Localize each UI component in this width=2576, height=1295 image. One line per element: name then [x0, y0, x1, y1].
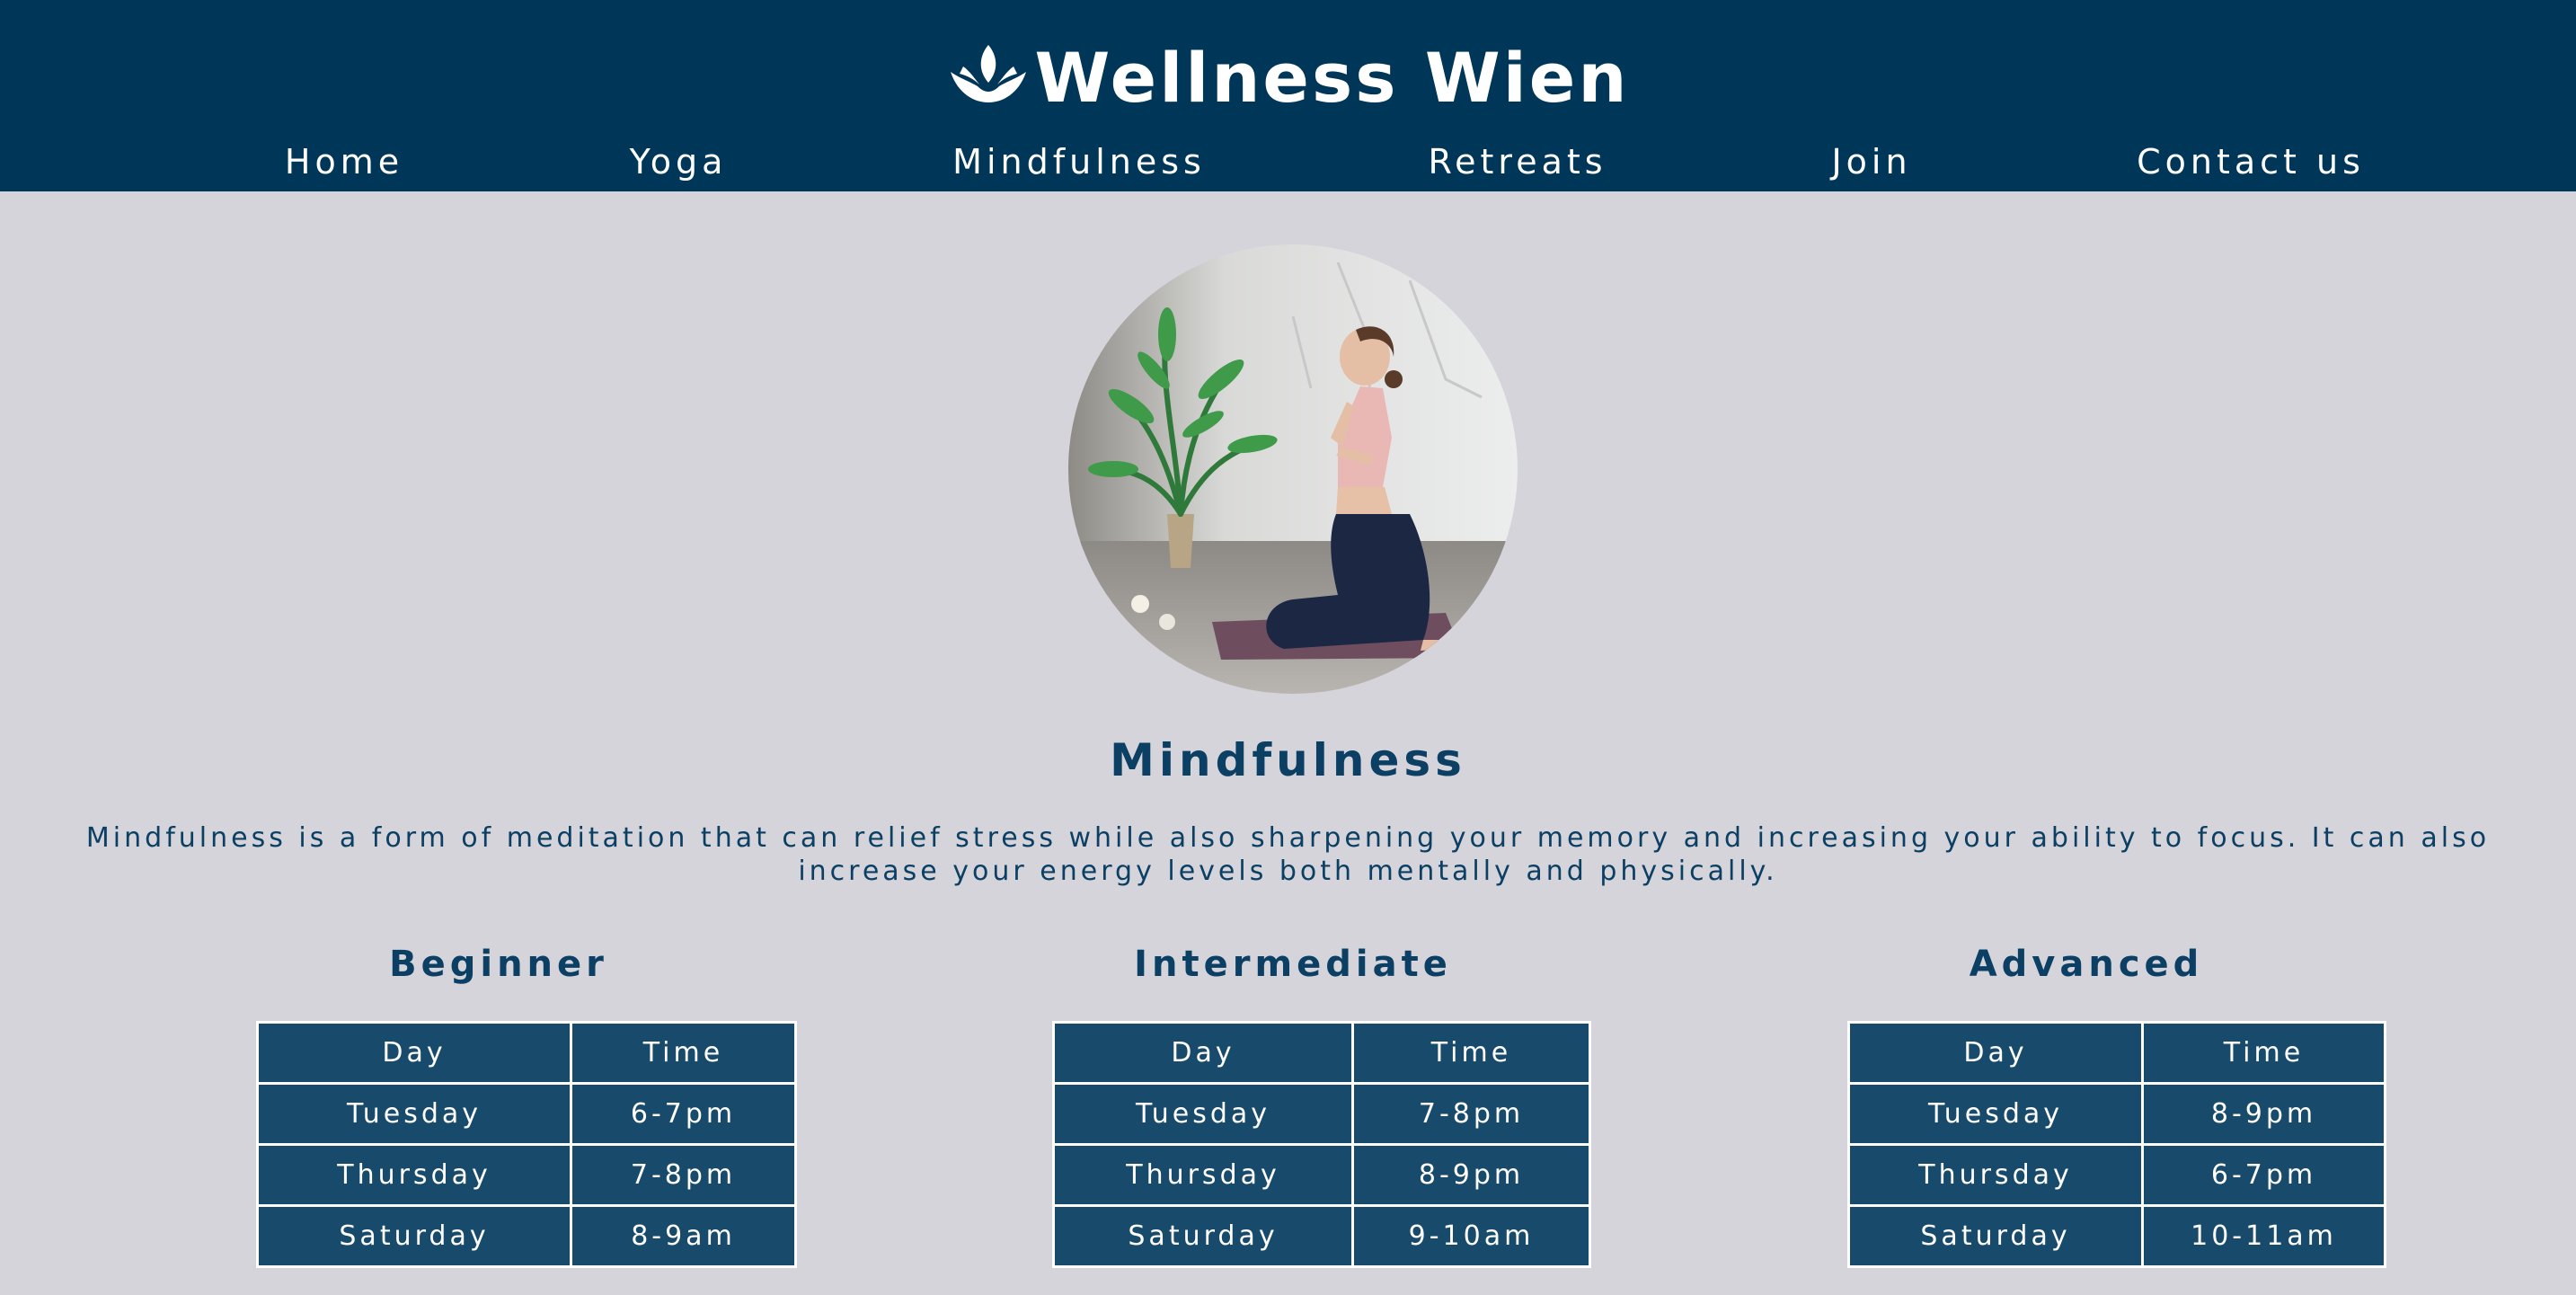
table-header-row: Day Time: [1847, 1021, 2386, 1085]
table-cell-day: Saturday: [1052, 1204, 1354, 1268]
table-row: Saturday 8-9am: [256, 1204, 797, 1268]
table-cell-time: 6-7pm: [570, 1082, 797, 1146]
column-header-time: Time: [1351, 1021, 1591, 1085]
schedule-table-beginner: Day Time Tuesday 6-7pm Thursday 7-8pm Sa…: [256, 1021, 797, 1268]
level-title-intermediate: Intermediate: [1134, 944, 1452, 985]
table-cell-day: Tuesday: [1847, 1082, 2144, 1146]
nav-item-mindfulness[interactable]: Mindfulness: [952, 142, 1206, 182]
level-title-advanced: Advanced: [1969, 944, 2204, 985]
column-header-time: Time: [2141, 1021, 2386, 1085]
hero-image: [1068, 244, 1518, 694]
schedule-table-advanced: Day Time Tuesday 8-9pm Thursday 6-7pm Sa…: [1847, 1021, 2386, 1268]
table-cell-day: Thursday: [256, 1143, 572, 1207]
nav-item-contact[interactable]: Contact us: [2137, 142, 2365, 182]
column-header-day: Day: [256, 1021, 572, 1085]
table-cell-time: 7-8pm: [570, 1143, 797, 1207]
level-title-beginner: Beginner: [389, 944, 608, 985]
meditation-photo: [1068, 244, 1518, 694]
brand-title: Wellness Wien: [1034, 37, 1630, 118]
schedule-table-intermediate: Day Time Tuesday 7-8pm Thursday 8-9pm Sa…: [1052, 1021, 1591, 1268]
table-header-row: Day Time: [1052, 1021, 1591, 1085]
site-header: Wellness Wien Home Yoga Mindfulness Retr…: [0, 0, 2576, 191]
table-cell-time: 8-9am: [570, 1204, 797, 1268]
table-cell-time: 9-10am: [1351, 1204, 1591, 1268]
table-row: Tuesday 6-7pm: [256, 1082, 797, 1146]
table-cell-day: Tuesday: [256, 1082, 572, 1146]
table-cell-time: 8-9pm: [2141, 1082, 2386, 1146]
table-cell-time: 7-8pm: [1351, 1082, 1591, 1146]
page-title: Mindfulness: [1110, 734, 1466, 786]
nav-item-retreats[interactable]: Retreats: [1428, 142, 1607, 182]
nav-item-join[interactable]: Join: [1831, 142, 1911, 182]
table-row: Saturday 9-10am: [1052, 1204, 1591, 1268]
table-cell-time: 10-11am: [2141, 1204, 2386, 1268]
nav-item-home[interactable]: Home: [285, 142, 403, 182]
table-row: Saturday 10-11am: [1847, 1204, 2386, 1268]
table-cell-day: Saturday: [1847, 1204, 2144, 1268]
table-cell-time: 6-7pm: [2141, 1143, 2386, 1207]
table-cell-time: 8-9pm: [1351, 1143, 1591, 1207]
main-nav: Home Yoga Mindfulness Retreats Join Cont…: [0, 142, 2576, 187]
table-cell-day: Thursday: [1052, 1143, 1354, 1207]
table-row: Thursday 6-7pm: [1847, 1143, 2386, 1207]
column-header-time: Time: [570, 1021, 797, 1085]
table-cell-day: Tuesday: [1052, 1082, 1354, 1146]
table-row: Thursday 8-9pm: [1052, 1143, 1591, 1207]
brand[interactable]: Wellness Wien: [0, 32, 2576, 122]
table-row: Tuesday 8-9pm: [1847, 1082, 2386, 1146]
table-row: Thursday 7-8pm: [256, 1143, 797, 1207]
lotus-icon: [947, 40, 1030, 115]
table-header-row: Day Time: [256, 1021, 797, 1085]
column-header-day: Day: [1847, 1021, 2144, 1085]
table-row: Tuesday 7-8pm: [1052, 1082, 1591, 1146]
table-cell-day: Thursday: [1847, 1143, 2144, 1207]
column-header-day: Day: [1052, 1021, 1354, 1085]
nav-item-yoga[interactable]: Yoga: [630, 142, 728, 182]
intro-text: Mindfulness is a form of meditation that…: [85, 822, 2491, 887]
table-cell-day: Saturday: [256, 1204, 572, 1268]
